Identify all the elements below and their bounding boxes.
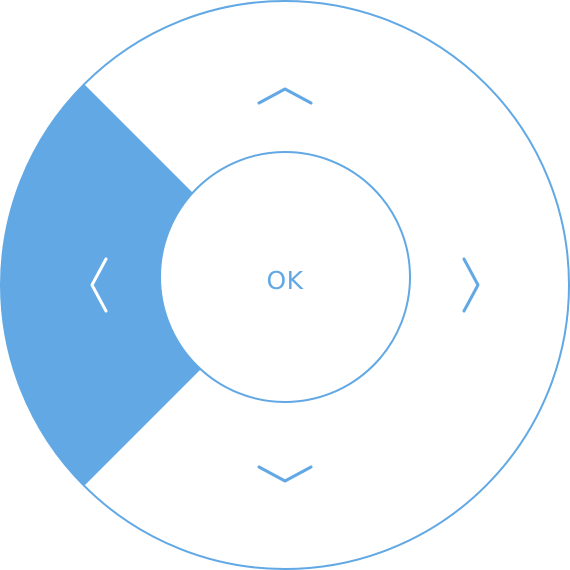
dpad-remote-control: OK [0, 0, 570, 570]
dpad-graphic [0, 0, 570, 570]
ok-button[interactable] [159, 151, 411, 403]
